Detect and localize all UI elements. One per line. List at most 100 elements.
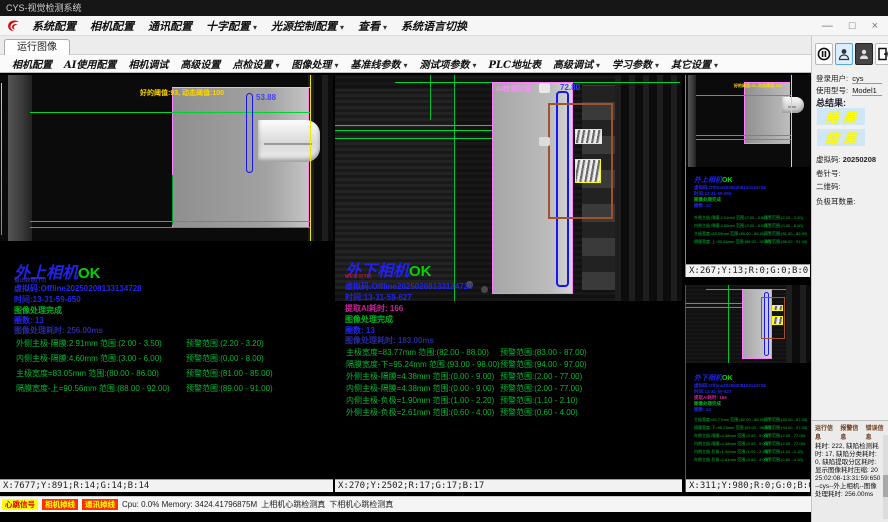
log-tab-run-info[interactable]: 运行信息: [815, 423, 836, 441]
measurement-warn: 预警范围:(2.00 - 77.00): [764, 441, 805, 447]
measurement-text: 内侧主极-隔膜=4.38mm 范围:(0.00 - 9.00): [694, 441, 768, 447]
machine-column: [688, 75, 696, 167]
virtual-code-line: 虚拟码:Offline20250208133134728: [14, 283, 142, 294]
elapsed-line: 图像处理耗时: 256.00ms: [14, 325, 103, 336]
measurement-text: 外侧主极-隔膜:2.91mm 范围:(2.00 - 3.50): [694, 215, 767, 221]
model-value[interactable]: Model1: [852, 86, 882, 96]
menu-item-view[interactable]: 查看: [358, 18, 387, 34]
tool-test-params[interactable]: 测试项参数: [419, 56, 476, 71]
tab-detection-overlay: [772, 305, 783, 311]
pause-button[interactable]: [815, 43, 833, 65]
edge-line-overlay: [1, 83, 2, 235]
app-logo-icon: [3, 18, 25, 34]
toolbar: 相机配置 AI使用配置 相机调试 高级设置 点检设置 图像处理 基准线参数 测试…: [0, 55, 811, 73]
measurement-warn: 预警范围:(81.00 - 85.00): [764, 231, 807, 237]
minimize-button[interactable]: —: [822, 16, 833, 36]
virtual-code-row: 虚拟码: 20250208: [816, 154, 876, 165]
tab-run-image[interactable]: 运行图像: [4, 39, 70, 56]
camera1-image[interactable]: 好的阈值:93, 动态阈值:100 53.88: [0, 75, 333, 241]
model-row: 使用型号: Model1: [816, 85, 882, 96]
measure-line-overlay: [335, 138, 493, 139]
close-button[interactable]: ×: [872, 16, 878, 36]
measurement-text: 内侧主极-负极=1.90mm 范围:(1.00 - 2.20): [694, 449, 768, 455]
reference-line-overlay: [791, 75, 792, 167]
cpu-memory-readout: Cpu: 0.0% Memory: 3424.41796875M: [122, 500, 257, 509]
measure-line-overlay: [454, 75, 455, 301]
menu-item-comm-config[interactable]: 通讯配置: [148, 18, 192, 34]
camera1-thumbnail-image[interactable]: 好的阈值:93, 动态阈值:100: [686, 75, 810, 167]
turns-line: 圈数: 13: [694, 203, 711, 209]
menu-item-cross-config[interactable]: 十字配置: [206, 18, 257, 34]
measure-line-overlay: [430, 75, 431, 120]
log-area: 运行信息 报警信息 错误信息 耗时: 222, 缺陷检测耗时: 17, 缺陷分类…: [812, 420, 888, 522]
thumb2-pixel-readout: X:311;Y:980;R:0;G:0;B:0: [686, 479, 810, 492]
turns-line: 圈数: 13: [694, 407, 711, 413]
status-bar: 心跳信号 相机掉线 通讯掉线 Cpu: 0.0% Memory: 3424.41…: [0, 496, 811, 512]
virtual-code-label: 虚拟码:: [816, 155, 841, 164]
blue-gauge-label: 53.88: [256, 93, 276, 102]
menu-item-camera-config[interactable]: 相机配置: [90, 18, 134, 34]
measurement-warn: 预警范围:(2.00 - 77.00): [764, 433, 805, 439]
thumb1-pixel-readout: X:267;Y:13;R:0;G:0;B:0: [686, 264, 810, 277]
camera1-ok-status: OK: [722, 177, 733, 184]
machine-column: [8, 75, 32, 241]
sidebar: 登录用户: cys 使用型号: Model1 总结果: 结 果 结 果 虚拟码:…: [811, 36, 888, 522]
machine-texture: [615, 75, 682, 301]
heartbeat-status-badge: 心跳信号: [2, 499, 38, 510]
tool-learn-params[interactable]: 学习参数: [612, 56, 659, 71]
pause-icon: [817, 47, 831, 61]
tab-detection-overlay: [575, 159, 601, 183]
measurement-warn: 预警范围:(94.00 - 97.00): [764, 425, 807, 431]
measurement-text: 隔膜宽度-下=95.24mm 范围:(93.00 - 98.00): [346, 359, 500, 370]
tool-plc-address[interactable]: PLC地址表: [489, 56, 542, 71]
tool-advanced-debug[interactable]: 高级调试: [553, 56, 600, 71]
exit-button[interactable]: [875, 43, 888, 65]
login-user-row: 登录用户: cys: [816, 73, 882, 84]
measurement-text: 内侧主极-负极=1.90mm 范围:(1.00 - 2.20): [346, 395, 494, 406]
qrcode-label: 二维码:: [816, 182, 841, 191]
sidebar-buttons: [815, 43, 888, 65]
user-login-button[interactable]: [835, 43, 853, 65]
measurement-text: 主极宽度=83.77mm 范围:(82.00 - 88.00): [346, 347, 489, 358]
measurement-text: 隔膜宽度-下=95.24mm 范围:(93.00 - 98.00): [694, 425, 771, 431]
log-scrollbar[interactable]: [883, 435, 888, 519]
menu-item-system-config[interactable]: 系统配置: [32, 18, 76, 34]
tool-baseline-params[interactable]: 基准线参数: [350, 56, 407, 71]
time-line: 时间:13-31-59-650: [14, 294, 81, 305]
log-scrollbar-thumb[interactable]: [883, 475, 888, 497]
measurement-warn: 预警范围:(1.10 - 2.10): [764, 449, 803, 455]
menu-item-light-config[interactable]: 光源控制配置: [271, 18, 344, 34]
camera2-thumbnail-panel: 外下相机OK 虚拟码:Offline20250208133134728 时间:1…: [685, 285, 810, 492]
measurement-warn: 预警范围:(89.00 - 91.00): [186, 383, 273, 394]
operator-button[interactable]: [855, 43, 873, 65]
tool-image-processing[interactable]: 图像处理: [291, 56, 338, 71]
ai-elapsed-line: 提取AI耗时: 166: [345, 303, 403, 314]
tool-camera-debug[interactable]: 相机调试: [128, 56, 168, 71]
screw-mark: [481, 286, 488, 293]
measurement-warn: 预警范围:(2.00 - 77.00): [500, 371, 582, 382]
neg-tab-count-label: 负极耳数量:: [816, 197, 856, 206]
tool-other-settings[interactable]: 其它设置: [671, 56, 718, 71]
camera-offline-badge: 相机掉线: [42, 499, 78, 510]
menu-item-language-switch[interactable]: 系统语言切换: [401, 18, 467, 34]
tab-detection-overlay: [575, 129, 602, 144]
measurement-warn: 预警范围:(89.00 - 91.00): [764, 239, 807, 245]
log-tab-alarm-info[interactable]: 报警信息: [840, 423, 861, 441]
camera2-ok-status: OK: [722, 375, 733, 382]
measure-line-overlay: [335, 130, 493, 131]
camera2-panel: AI检测区域 72.80 外下相机OK MES:0(T0) 虚拟码:Offlin…: [335, 75, 682, 492]
log-text: 耗时: 222, 缺陷检测耗时: 17, 缺陷分类耗时: 0, 缺陷提取分区耗时…: [812, 442, 888, 499]
result-box-2: 结 果: [817, 129, 865, 146]
login-user-value[interactable]: cys: [852, 74, 882, 84]
exit-door-icon: [877, 47, 888, 61]
measurement-warn: 预警范围:(0.60 - 4.00): [764, 457, 803, 463]
tool-camera-config[interactable]: 相机配置: [12, 56, 52, 71]
camera2-thumbnail-image[interactable]: [686, 285, 810, 363]
measurement-text: 隔膜宽度-上=90.56mm 范围:(88.00 - 92.00): [16, 383, 170, 394]
titlebar: CYS-视觉检测系统: [0, 0, 888, 16]
tool-advanced-settings[interactable]: 高级设置: [180, 56, 220, 71]
tab-strip: 运行图像: [0, 36, 811, 55]
tool-ai-use-config[interactable]: AI使用配置: [64, 56, 116, 71]
maximize-button[interactable]: □: [849, 16, 856, 36]
tool-spot-check[interactable]: 点检设置: [232, 56, 279, 71]
